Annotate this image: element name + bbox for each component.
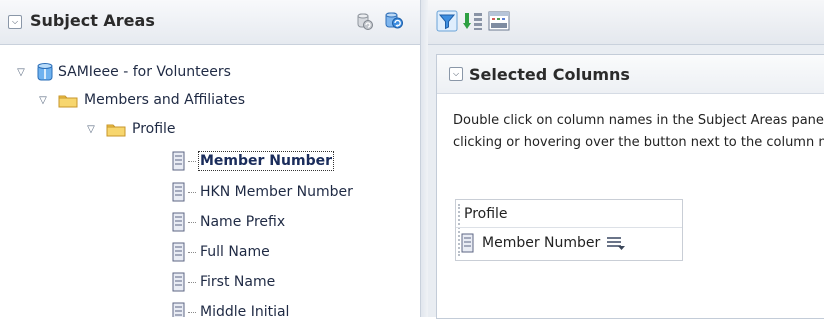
criteria-pane: ⌵ Selected Columns Double click on colum… (428, 0, 824, 319)
tree-root-item[interactable]: ▽ SAMIeee - for Volunteers (14, 60, 231, 84)
selected-columns-title: Selected Columns (469, 65, 630, 84)
instruction-line-2: clicking or hovering over the button nex… (453, 135, 824, 150)
tree-folder-label: Profile (132, 121, 176, 137)
tree-folder-label: Members and Affiliates (84, 92, 245, 108)
tree-column-hkn-member-number[interactable]: HKN Member Number (172, 180, 353, 204)
tree-folder-members-and-affiliates[interactable]: ▽ Members and Affiliates (36, 88, 245, 112)
selected-column-folder-label: Profile (456, 200, 682, 228)
collapse-subject-areas-button[interactable]: ⌵ (8, 15, 22, 29)
chevron-down-icon: ⌵ (452, 69, 460, 78)
tree-column-first-name[interactable]: First Name (172, 270, 275, 294)
instruction-line-1: Double click on column names in the Subj… (453, 113, 824, 128)
tree-column-label: Middle Initial (200, 304, 290, 317)
column-icon (461, 233, 474, 253)
subject-areas-pane: ⌵ Subject Areas ▽ SAMIeee - for Voluntee… (0, 0, 420, 317)
chevron-down-icon: ⌵ (11, 17, 19, 26)
tree-connector (188, 311, 196, 313)
expand-triangle-icon[interactable]: ▽ (36, 95, 50, 106)
tree-column-label: Member Number (197, 151, 335, 171)
sort-icon[interactable] (462, 10, 484, 32)
selected-columns-panel: ⌵ Selected Columns Double click on colum… (436, 54, 824, 319)
tree-column-name-prefix[interactable]: Name Prefix (172, 210, 285, 234)
tree-column-full-name[interactable]: Full Name (172, 240, 270, 264)
column-icon (172, 242, 185, 262)
column-icon (172, 212, 185, 232)
tree-folder-profile[interactable]: ▽ Profile (84, 117, 176, 141)
tree-column-label: Full Name (200, 244, 270, 260)
column-icon (172, 182, 185, 202)
refresh-icon[interactable] (384, 10, 404, 30)
selected-column-label: Member Number (482, 235, 601, 251)
tree-connector (188, 251, 196, 253)
column-properties-icon[interactable] (488, 10, 510, 32)
tree-connector (188, 221, 196, 223)
filter-icon[interactable] (436, 10, 458, 32)
selected-columns-header: ⌵ Selected Columns (437, 55, 824, 94)
subject-area-icon (37, 63, 53, 81)
expand-triangle-icon[interactable]: ▽ (84, 124, 98, 135)
tree-connector (188, 191, 196, 193)
folder-icon (106, 124, 126, 136)
tree-column-label: First Name (200, 274, 276, 290)
tree-column-label: HKN Member Number (200, 184, 353, 200)
column-options-icon[interactable] (606, 235, 626, 251)
tree-connector (188, 281, 196, 283)
criteria-toolbar (428, 0, 824, 45)
column-icon (172, 151, 185, 171)
tree-connector (188, 160, 196, 162)
column-icon (172, 302, 185, 317)
selected-column-member-number[interactable]: Member Number (460, 230, 680, 256)
folder-icon (58, 95, 78, 107)
selected-columns-instructions: Double click on column names in the Subj… (453, 110, 824, 154)
tree-column-member-number[interactable]: Member Number (172, 149, 335, 173)
collapse-selected-columns-button[interactable]: ⌵ (449, 67, 463, 81)
database-refresh-icon[interactable] (354, 11, 374, 31)
tree-column-label: Name Prefix (200, 214, 286, 230)
selected-column-group[interactable]: Profile Member Number (455, 199, 683, 261)
subject-areas-header: ⌵ Subject Areas (0, 0, 420, 45)
tree-column-middle-initial[interactable]: Middle Initial (172, 300, 289, 317)
column-icon (172, 272, 185, 292)
expand-triangle-icon[interactable]: ▽ (14, 67, 28, 78)
tree-root-label: SAMIeee - for Volunteers (58, 64, 231, 80)
subject-areas-title: Subject Areas (30, 11, 155, 30)
